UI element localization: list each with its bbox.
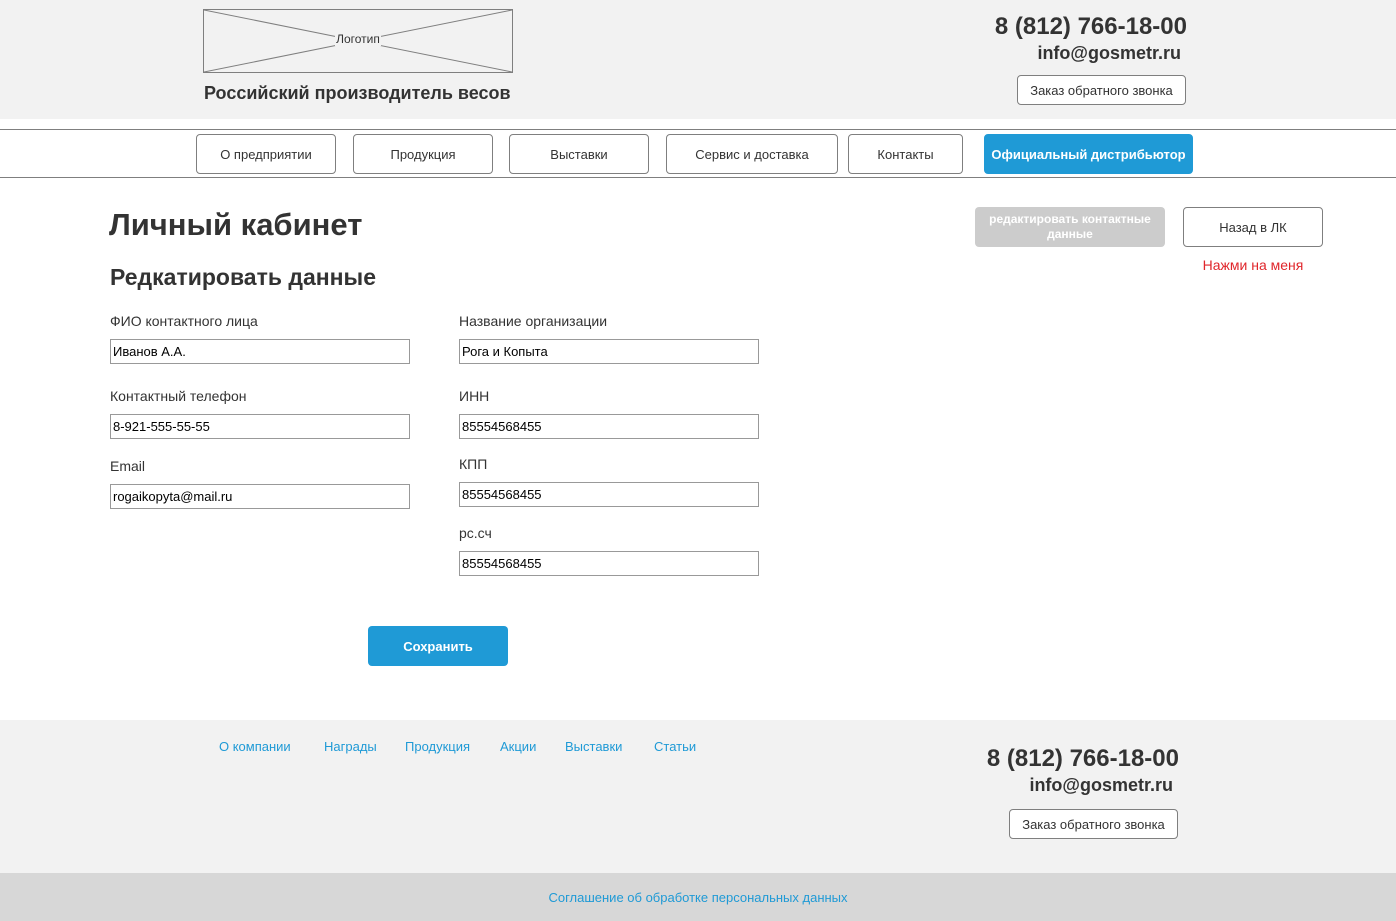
account-field[interactable] xyxy=(459,551,759,576)
logo-label: Логотип xyxy=(335,32,381,46)
inn-label: ИНН xyxy=(459,388,490,404)
footer-bottom-bar: Соглашение об обработке персональных дан… xyxy=(0,873,1396,921)
privacy-agreement-link[interactable]: Соглашение об обработке персональных дан… xyxy=(0,890,1396,905)
hint-text: Нажми на меня xyxy=(1202,257,1304,273)
account-label: рс.сч xyxy=(459,525,492,541)
kpp-label: КПП xyxy=(459,456,488,472)
phone-field[interactable] xyxy=(110,414,410,439)
nav-item-exhibitions[interactable]: Выставки xyxy=(509,134,649,174)
site-tagline: Российский производитель весов xyxy=(204,83,511,103)
nav-item-service[interactable]: Сервис и доставка xyxy=(666,134,838,174)
footer-link-company[interactable]: О компании xyxy=(219,739,291,754)
fio-field[interactable] xyxy=(110,339,410,364)
footer-link-products[interactable]: Продукция xyxy=(405,739,470,754)
inn-field[interactable] xyxy=(459,414,759,439)
save-button[interactable]: Сохранить xyxy=(368,626,508,666)
footer-callback-button[interactable]: Заказ обратного звонка xyxy=(1009,809,1178,839)
footer-link-exhibitions[interactable]: Выставки xyxy=(565,739,622,754)
org-label: Название организации xyxy=(459,313,608,329)
header-phone[interactable]: 8 (812) 766-18-00 xyxy=(995,13,1187,41)
nav-item-contacts[interactable]: Контакты xyxy=(848,134,963,174)
fio-label: ФИО контактного лица xyxy=(110,313,258,329)
nav-item-about[interactable]: О предприятии xyxy=(196,134,336,174)
site-header: Логотип Российский производитель весов 8… xyxy=(0,0,1396,119)
email-label: Email xyxy=(110,458,146,474)
phone-label: Контактный телефон xyxy=(110,388,247,404)
footer-link-promotions[interactable]: Акции xyxy=(500,739,536,754)
email-field[interactable] xyxy=(110,484,410,509)
header-email[interactable]: info@gosmetr.ru xyxy=(1037,43,1181,64)
callback-button[interactable]: Заказ обратного звонка xyxy=(1017,75,1186,105)
org-field[interactable] xyxy=(459,339,759,364)
kpp-field[interactable] xyxy=(459,482,759,507)
nav-item-products[interactable]: Продукция xyxy=(353,134,493,174)
footer-link-awards[interactable]: Награды xyxy=(324,739,377,754)
footer-phone[interactable]: 8 (812) 766-18-00 xyxy=(987,745,1179,773)
back-to-account-button[interactable]: Назад в ЛК xyxy=(1183,207,1323,247)
edit-contacts-button[interactable]: редактировать контактные данные xyxy=(975,207,1165,247)
site-footer: О компании Награды Продукция Акции Выста… xyxy=(0,720,1396,873)
footer-email[interactable]: info@gosmetr.ru xyxy=(1029,775,1173,796)
nav-item-distributor[interactable]: Официальный дистрибьютор xyxy=(984,134,1193,174)
section-title: Редкатировать данные xyxy=(110,264,376,290)
logo-placeholder[interactable]: Логотип xyxy=(203,9,513,73)
main-nav: О предприятии Продукция Выставки Сервис … xyxy=(0,129,1396,178)
page-title: Личный кабинет xyxy=(109,207,363,242)
footer-link-articles[interactable]: Статьи xyxy=(654,739,696,754)
